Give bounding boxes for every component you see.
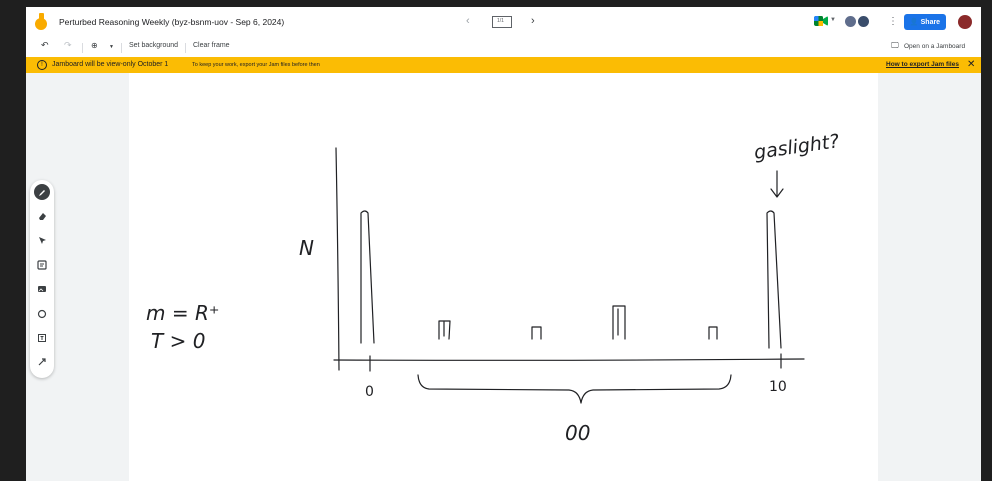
account-avatar[interactable] [958, 15, 972, 29]
previous-frame-icon[interactable]: ‹ [466, 15, 470, 27]
zoom-chevron-down-icon[interactable]: ▼ [109, 44, 114, 50]
redo-icon[interactable]: ↷ [64, 40, 72, 51]
frame-indicator: 1/1 [497, 18, 504, 24]
circle-icon[interactable] [34, 306, 50, 322]
image-icon[interactable] [34, 281, 50, 297]
chevron-down-icon[interactable]: ▼ [830, 17, 836, 23]
open-in-jamboard-button[interactable]: Open on a Jamboard [904, 43, 965, 50]
x-tick-label-start: 0 [365, 384, 374, 400]
banner-title: Jamboard will be view-only October 1 [52, 61, 169, 68]
pen-icon[interactable] [34, 184, 50, 200]
brace [417, 374, 732, 404]
divider [121, 43, 122, 53]
sticky-note-icon[interactable] [34, 257, 50, 273]
small-bar-1 [438, 320, 451, 340]
toolbar: ↶ ↷ ⊕ ▼ Set background Clear frame 🖵 Ope… [26, 38, 981, 57]
tool-panel [30, 180, 54, 378]
top-bar: Perturbed Reasoning Weekly (byz-bsnm-uov… [26, 7, 981, 37]
divider [185, 43, 186, 53]
open-jamboard-icon[interactable]: 🖵 [891, 41, 899, 51]
left-note-line1: m = R⁺ [146, 301, 219, 325]
x-axis-line [333, 358, 805, 361]
sketch-drawing: N gaslight? m = R⁺ T > 0 0 10 00 [146, 130, 841, 445]
laser-icon[interactable] [34, 354, 50, 370]
small-bar-2 [531, 326, 542, 340]
y-axis-label: N [299, 236, 314, 260]
text-box-icon[interactable] [34, 330, 50, 346]
y-axis-line [335, 147, 340, 371]
eraser-icon[interactable] [34, 208, 50, 224]
gaslight-annotation: gaslight? [753, 130, 841, 164]
more-options-icon[interactable]: ⋮ [888, 16, 898, 27]
person-add-icon: 👤 [909, 19, 919, 26]
jamboard-logo-icon[interactable] [34, 13, 48, 31]
small-bar-3 [612, 305, 626, 340]
set-background-button[interactable]: Set background [129, 42, 178, 49]
divider [82, 43, 83, 53]
info-icon: ! [37, 60, 47, 70]
close-icon[interactable]: ✕ [967, 59, 975, 70]
clear-frame-button[interactable]: Clear frame [193, 42, 230, 49]
brace-label: 00 [565, 421, 590, 445]
x-tick-label-end: 10 [769, 379, 787, 395]
banner-message: To keep your work, export your Jam files… [192, 62, 320, 68]
share-label: Share [920, 18, 941, 26]
select-icon[interactable] [34, 232, 50, 248]
document-title[interactable]: Perturbed Reasoning Weekly (byz-bsnm-uov… [59, 17, 284, 27]
left-note-line2: T > 0 [151, 329, 205, 353]
whiteboard-frame[interactable]: N gaslight? m = R⁺ T > 0 0 10 00 [129, 73, 878, 481]
export-help-link[interactable]: How to export Jam files [886, 61, 959, 68]
small-bar-4 [708, 326, 718, 340]
frame-bar-button[interactable]: 1/1 [492, 16, 512, 28]
arrow-down [770, 170, 784, 198]
zoom-icon[interactable]: ⊕ [91, 41, 98, 50]
collaborator-avatar[interactable] [857, 15, 870, 28]
bar-right [766, 210, 782, 349]
jamboard-app: Perturbed Reasoning Weekly (byz-bsnm-uov… [26, 7, 981, 481]
bar-left [360, 210, 375, 344]
next-frame-icon[interactable]: › [531, 15, 535, 27]
view-only-banner: ! Jamboard will be view-only October 1 T… [26, 57, 981, 73]
undo-icon[interactable]: ↶ [41, 40, 49, 51]
collaborator-avatar[interactable] [844, 15, 857, 28]
meet-icon[interactable] [814, 16, 828, 26]
share-button[interactable]: 👤 Share [904, 14, 946, 30]
